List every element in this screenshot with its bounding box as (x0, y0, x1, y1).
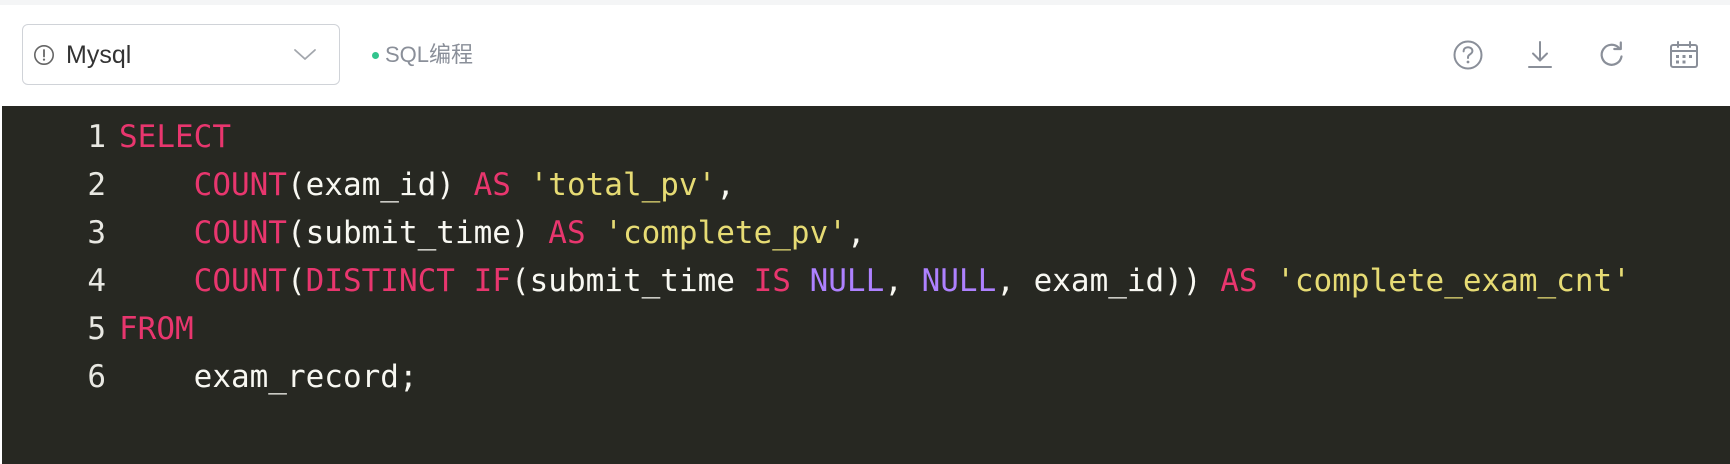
language-select-value: Mysql (66, 41, 132, 69)
code-line: 4 COUNT(DISTINCT IF(submit_time IS NULL,… (2, 257, 1730, 305)
help-button[interactable] (1451, 38, 1485, 72)
line-code: COUNT(DISTINCT IF(submit_time IS NULL, N… (119, 257, 1631, 305)
code-editor[interactable]: 1 SELECT 2 COUNT(exam_id) AS 'total_pv', 3 … (2, 106, 1730, 464)
code-line: 2 COUNT(exam_id) AS 'total_pv', (2, 161, 1730, 209)
code-token: 'total_pv' (529, 167, 717, 203)
code-token: DISTINCT (305, 263, 455, 299)
code-token: FROM (119, 311, 194, 347)
code-token: , exam_id)) (996, 263, 1221, 299)
mode-tag: SQL编程 (372, 42, 473, 68)
editor-toolbar: Mysql SQL编程 (0, 5, 1730, 106)
code-token: (submit_time (510, 263, 754, 299)
code-token: 'complete_pv' (604, 215, 847, 251)
line-code: SELECT (119, 113, 231, 161)
code-token: exam_record; (193, 359, 418, 395)
language-select[interactable]: Mysql (22, 24, 340, 85)
line-code: COUNT(submit_time) AS 'complete_pv', (119, 209, 866, 257)
code-token: COUNT (193, 167, 287, 203)
code-line: 6 exam_record; (2, 353, 1730, 401)
code-token: AS (548, 215, 586, 251)
code-token: NULL (809, 263, 885, 299)
code-token: , (884, 263, 922, 299)
code-token: AS (1220, 263, 1258, 299)
code-line: 3 COUNT(submit_time) AS 'complete_pv', (2, 209, 1730, 257)
code-token: 'complete_exam_cnt' (1276, 263, 1631, 299)
calendar-button[interactable] (1667, 38, 1701, 72)
help-circle-icon (1453, 40, 1483, 70)
refresh-icon (1600, 41, 1623, 66)
line-number: 5 (87, 311, 106, 347)
code-token: COUNT (193, 215, 287, 251)
line-code: COUNT(exam_id) AS 'total_pv', (119, 161, 735, 209)
code-token: COUNT (193, 263, 287, 299)
code-line: 5 FROM (2, 305, 1730, 353)
code-token: AS (473, 167, 511, 203)
code-line: 1 SELECT (2, 113, 1730, 161)
code-token: SELECT (119, 119, 231, 155)
info-circle-icon (34, 45, 54, 65)
code-token: , (716, 167, 735, 203)
code-token: ( (286, 263, 306, 299)
code-token: IS (753, 263, 791, 299)
line-code: FROM (119, 305, 194, 353)
code-token: (submit_time) (286, 215, 549, 251)
mode-label: SQL编程 (385, 42, 474, 67)
line-number: 4 (87, 263, 106, 299)
line-number: 3 (87, 215, 106, 251)
download-button[interactable] (1523, 38, 1557, 72)
line-number: 1 (87, 119, 106, 155)
code-token: (exam_id) (286, 167, 474, 203)
line-number: 6 (87, 359, 106, 395)
refresh-button[interactable] (1595, 38, 1629, 72)
line-number: 2 (87, 167, 106, 203)
code-token: , (846, 215, 866, 251)
code-token: IF (473, 263, 511, 299)
chevron-down-icon (294, 49, 316, 60)
code-token: NULL (921, 263, 997, 299)
download-icon (1528, 41, 1552, 68)
calendar-icon (1670, 41, 1698, 68)
status-dot (372, 51, 379, 59)
sql-editor-app: Mysql SQL编程 1 SELECT 2 COUNT(exam_id) AS… (0, 0, 1730, 464)
line-code: exam_record; (119, 353, 418, 401)
